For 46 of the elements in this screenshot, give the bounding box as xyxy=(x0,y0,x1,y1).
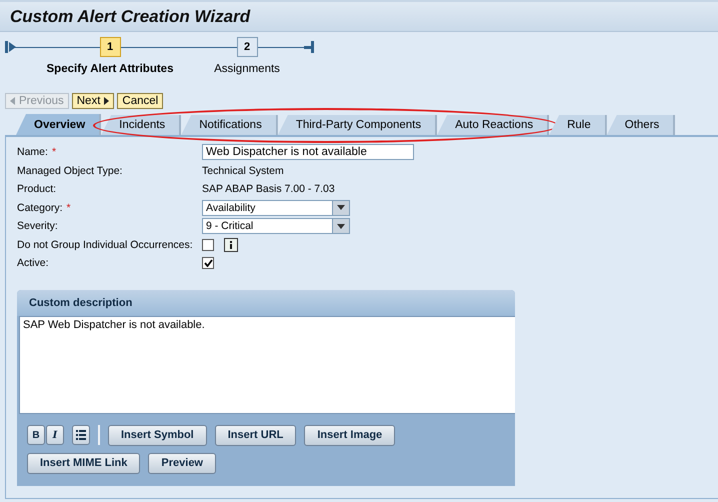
field-label: Category: xyxy=(17,202,63,214)
name-field[interactable]: Web Dispatcher is not available xyxy=(202,144,414,160)
checkbox[interactable] xyxy=(202,238,214,251)
required-marker: * xyxy=(52,146,56,158)
info-icon[interactable] xyxy=(224,238,238,252)
required-marker: * xyxy=(66,202,71,214)
next-button[interactable]: Next xyxy=(72,93,114,109)
list-button[interactable] xyxy=(72,425,90,445)
dropdown[interactable]: Availability xyxy=(202,200,350,216)
tab[interactable]: Auto Reactions xyxy=(437,115,550,135)
field-label: Severity: xyxy=(17,220,58,232)
step-number[interactable]: 2 xyxy=(236,37,258,57)
toolbar-button[interactable]: Insert Image xyxy=(304,424,396,446)
field-label: Managed Object Type: xyxy=(17,164,122,177)
list-icon xyxy=(76,430,86,440)
field-label: Do not Group Individual Occurrences: xyxy=(17,238,193,251)
field-value: SAP ABAP Basis 7.00 - 7.03 xyxy=(202,183,336,196)
field-label: Active: xyxy=(17,257,49,270)
right-arrow-icon xyxy=(104,97,110,105)
step-number[interactable]: 1 xyxy=(100,37,120,57)
tab[interactable]: Overview xyxy=(16,114,102,135)
plain-button[interactable]: Cancel xyxy=(117,93,164,109)
description-field[interactable]: SAP Web Dispatcher is not available. xyxy=(19,316,515,414)
dropdown-arrow-icon xyxy=(337,205,345,210)
left-arrow-icon xyxy=(10,97,15,105)
window-title: Custom Alert Creation Wizard xyxy=(0,0,718,32)
toolbar-button[interactable]: Preview xyxy=(148,452,216,474)
step-label: Specify Alert Attributes xyxy=(46,63,174,75)
field-value: Technical System xyxy=(202,164,285,177)
toolbar-button[interactable]: Insert Symbol xyxy=(108,424,207,446)
tab[interactable]: Incidents xyxy=(101,115,182,135)
dropdown[interactable]: 9 - Critical xyxy=(202,218,350,234)
tab[interactable]: Third-Party Components xyxy=(278,115,438,135)
bold-button[interactable]: B xyxy=(27,425,45,445)
step-label: Assignments xyxy=(214,63,280,75)
tab[interactable]: Rule xyxy=(549,115,607,135)
checkbox[interactable] xyxy=(202,257,214,270)
italic-button[interactable]: I xyxy=(46,425,64,445)
field-label: Name: xyxy=(17,146,48,158)
tab[interactable]: Notifications xyxy=(181,115,278,135)
panel-title: Custom description xyxy=(17,290,515,316)
dropdown-arrow-icon xyxy=(337,224,345,229)
toolbar-button[interactable]: Insert MIME Link xyxy=(27,452,140,474)
field-label: Product: xyxy=(17,183,56,196)
toolbar-button[interactable]: Insert URL xyxy=(214,424,296,446)
tab[interactable]: Others xyxy=(606,115,676,135)
